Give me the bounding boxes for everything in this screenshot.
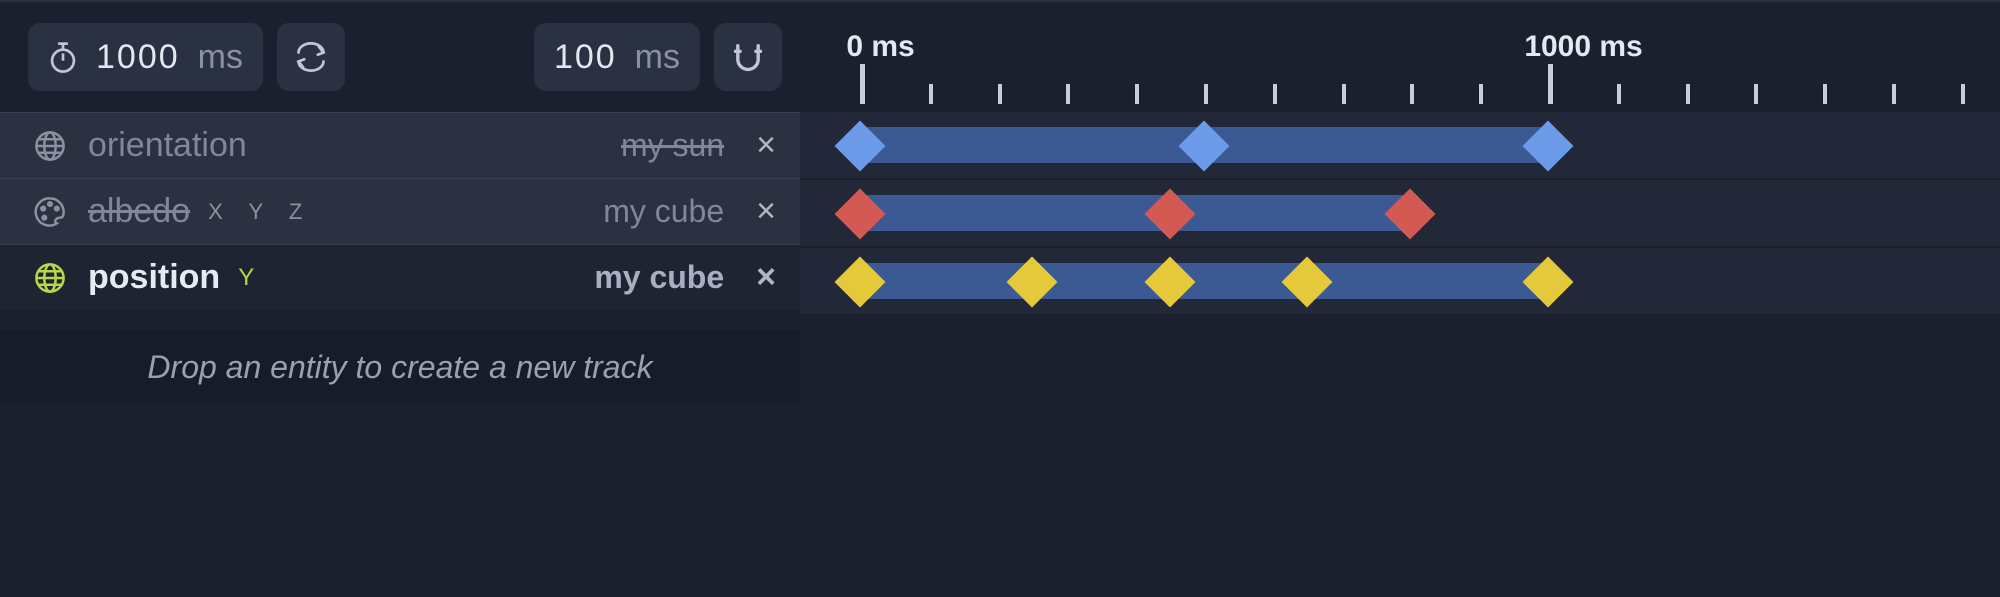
timeline-lane[interactable] bbox=[800, 248, 2000, 314]
remove-track-icon[interactable]: × bbox=[756, 258, 776, 297]
ruler-tick-minor bbox=[1066, 84, 1070, 104]
track-row[interactable]: orientation my sun × bbox=[0, 112, 800, 178]
ruler-label: 0 ms bbox=[846, 30, 914, 64]
loop-button[interactable] bbox=[277, 23, 345, 91]
snap-value: 100 bbox=[554, 38, 617, 77]
ruler-tick-minor bbox=[1479, 84, 1483, 104]
ruler-tick-minor bbox=[1754, 84, 1758, 104]
track-panel: 1000 ms 100 ms bbox=[0, 2, 800, 597]
snap-toggle-button[interactable] bbox=[714, 23, 782, 91]
time-ruler[interactable]: 0 ms1000 ms2000 ms bbox=[800, 2, 2000, 112]
track-axes: Y bbox=[238, 264, 254, 292]
ruler-tick-minor bbox=[1204, 84, 1208, 104]
remove-track-icon[interactable]: × bbox=[756, 192, 776, 231]
timeline-lane[interactable] bbox=[800, 112, 2000, 178]
ruler-tick-minor bbox=[1273, 84, 1277, 104]
track-axes: X Y Z bbox=[208, 199, 312, 225]
track-row[interactable]: positionY my cube × bbox=[0, 244, 800, 310]
track-property-name: orientation bbox=[88, 126, 247, 165]
palette-icon bbox=[30, 195, 70, 229]
duration-value: 1000 bbox=[96, 38, 180, 77]
animation-timeline: 1000 ms 100 ms bbox=[0, 0, 2000, 597]
loop-icon bbox=[294, 42, 328, 72]
track-segment[interactable] bbox=[860, 195, 1410, 231]
drop-track-hint[interactable]: Drop an entity to create a new track bbox=[0, 330, 800, 404]
track-row[interactable]: albedoX Y Z my cube × bbox=[0, 178, 800, 244]
ruler-label: 1000 ms bbox=[1524, 30, 1642, 64]
duration-input[interactable]: 1000 ms bbox=[28, 23, 263, 91]
ruler-tick-minor bbox=[998, 84, 1002, 104]
globe-icon bbox=[30, 129, 70, 163]
magnet-icon bbox=[731, 41, 765, 73]
track-entity-name: my cube bbox=[594, 259, 724, 296]
track-property-name: positionY bbox=[88, 258, 254, 297]
snap-input[interactable]: 100 ms bbox=[534, 23, 700, 91]
duration-unit: ms bbox=[198, 38, 243, 77]
ruler-tick-major bbox=[860, 64, 865, 104]
ruler-tick-minor bbox=[1342, 84, 1346, 104]
ruler-tick-minor bbox=[929, 84, 933, 104]
remove-track-icon[interactable]: × bbox=[756, 126, 776, 165]
ruler-tick-minor bbox=[1823, 84, 1827, 104]
tracks-list: orientationmy sun×albedoX Y Zmy cube×pos… bbox=[0, 112, 800, 310]
ruler-tick-minor bbox=[1961, 84, 1965, 104]
track-property-name: albedoX Y Z bbox=[88, 192, 312, 231]
track-segment[interactable] bbox=[860, 263, 1548, 299]
globe-icon bbox=[30, 261, 70, 295]
timeline-panel[interactable]: 0 ms1000 ms2000 ms bbox=[800, 2, 2000, 597]
track-entity-name: my sun bbox=[621, 127, 724, 164]
ruler-tick-major bbox=[1548, 64, 1553, 104]
ruler-tick-minor bbox=[1617, 84, 1621, 104]
track-entity-name: my cube bbox=[603, 193, 724, 230]
stopwatch-icon bbox=[48, 40, 78, 74]
snap-unit: ms bbox=[635, 38, 680, 77]
ruler-tick-minor bbox=[1135, 84, 1139, 104]
ruler-tick-minor bbox=[1892, 84, 1896, 104]
timeline-lane[interactable] bbox=[800, 180, 2000, 246]
timeline-lanes bbox=[800, 112, 2000, 316]
timeline-toolbar: 1000 ms 100 ms bbox=[0, 2, 800, 112]
ruler-tick-minor bbox=[1410, 84, 1414, 104]
ruler-tick-minor bbox=[1686, 84, 1690, 104]
